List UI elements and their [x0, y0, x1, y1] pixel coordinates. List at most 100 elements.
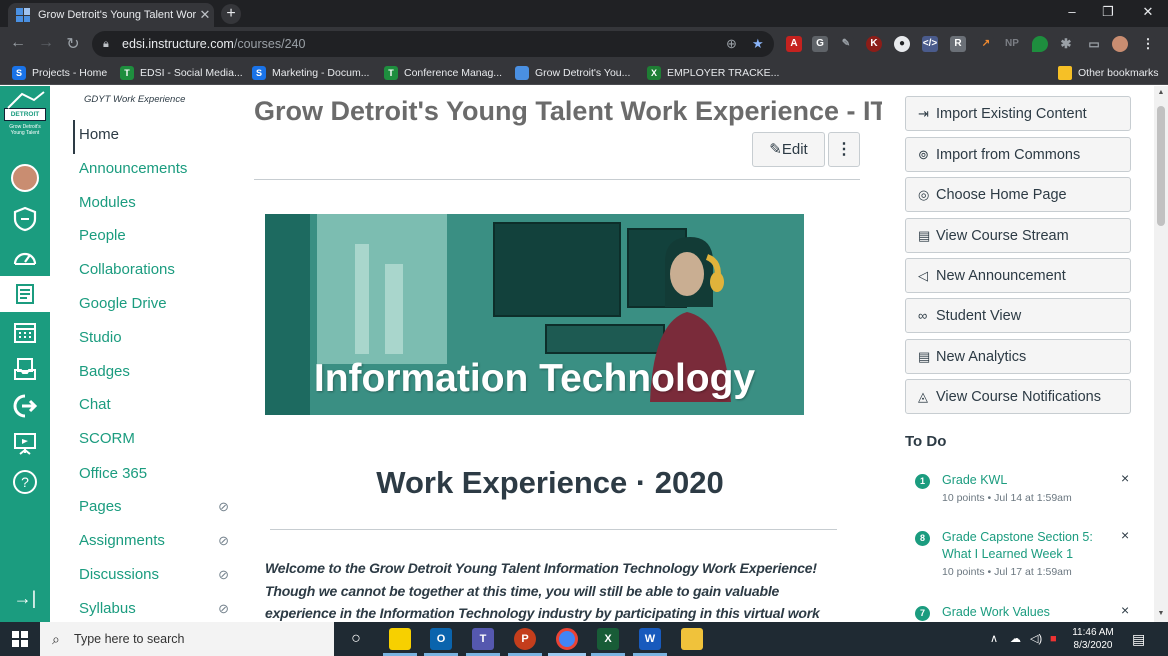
nav-inbox[interactable] [0, 351, 50, 387]
outlook-icon[interactable]: O [430, 628, 452, 650]
k-extension-icon[interactable]: K [866, 36, 882, 52]
code-extension-icon[interactable]: </> [922, 36, 938, 52]
course-nav-people[interactable]: People [79, 223, 229, 249]
bookmark-edsi-social[interactable]: T EDSI - Social Media... [120, 65, 243, 81]
pen-extension-icon[interactable]: ✎ [838, 36, 854, 52]
view-course-stream-button[interactable]: ▤ View Course Stream [905, 218, 1131, 253]
scrollbar-thumb[interactable] [1157, 106, 1165, 226]
bookmark-employer-tracker[interactable]: X EMPLOYER TRACKE... [647, 65, 779, 81]
bookmark-grow-detroit[interactable]: Grow Detroit's You... [515, 65, 630, 81]
forward-arrow-icon[interactable]: → [36, 34, 56, 52]
course-nav-assignments[interactable]: Assignments ⊘ [79, 528, 229, 554]
course-nav-home[interactable]: Home [79, 122, 229, 148]
zoom-icon[interactable]: ⊕ [726, 31, 737, 57]
file-explorer-icon[interactable] [681, 628, 703, 650]
nav-calendar[interactable] [0, 314, 50, 350]
more-options-button[interactable]: ⋮ [828, 132, 860, 167]
nav-help[interactable]: ? [0, 464, 50, 500]
tray-overflow-icon[interactable]: ∧ [990, 622, 998, 656]
cast-icon[interactable]: ▭ [1086, 36, 1102, 52]
course-nav-announcements[interactable]: Announcements [79, 156, 229, 182]
profile-avatar[interactable] [1112, 36, 1128, 52]
excel-icon[interactable]: X [597, 628, 619, 650]
choose-home-page-button[interactable]: ◎ Choose Home Page [905, 177, 1131, 212]
notification-badge-icon[interactable]: ■ [1050, 622, 1057, 656]
start-button[interactable] [0, 622, 40, 656]
pdf-extension-icon[interactable]: A [786, 36, 802, 52]
course-nav-label: Office 365 [79, 465, 148, 482]
course-nav-office-365[interactable]: Office 365 [79, 461, 229, 487]
teams-icon[interactable]: T [472, 628, 494, 650]
course-nav-chat[interactable]: Chat [79, 392, 229, 418]
browser-tab[interactable]: Grow Detroit's Young Talent Wor ✕ [8, 3, 214, 27]
dismiss-icon[interactable]: × [1121, 602, 1129, 618]
taskbar-clock[interactable]: 11:46 AM 8/3/2020 [1062, 626, 1124, 652]
sticky-notes-icon[interactable] [389, 628, 411, 650]
taskbar-search-input[interactable]: ⌕ Type here to search [40, 622, 334, 656]
r-extension-icon[interactable]: R [950, 36, 966, 52]
bookmark-projects[interactable]: S Projects - Home [12, 65, 107, 81]
bookmark-star-icon[interactable]: ★ [752, 31, 764, 57]
dismiss-icon[interactable]: × [1121, 470, 1129, 486]
import-existing-content-button[interactable]: ⇥ Import Existing Content [905, 96, 1131, 131]
location-extension-icon[interactable] [1032, 36, 1048, 52]
new-analytics-button[interactable]: ▤ New Analytics [905, 339, 1131, 374]
bookmark-conference[interactable]: T Conference Manag... [384, 65, 502, 81]
course-nav-badges[interactable]: Badges [79, 359, 229, 385]
onedrive-icon[interactable]: ☁ [1010, 622, 1021, 656]
nav-dashboard[interactable] [0, 240, 50, 276]
new-announcement-button[interactable]: ◁ New Announcement [905, 258, 1131, 293]
chrome-menu-icon[interactable]: ⋮ [1140, 36, 1156, 52]
nav-studio[interactable] [0, 426, 50, 462]
close-window-button[interactable]: ✕ [1128, 0, 1168, 24]
scroll-down-icon[interactable]: ▼ [1154, 610, 1168, 617]
other-bookmarks[interactable]: Other bookmarks [1058, 65, 1159, 81]
course-nav-collaborations[interactable]: Collaborations [79, 257, 229, 283]
volume-icon[interactable]: ◁) [1030, 622, 1042, 656]
back-arrow-icon[interactable]: ← [8, 34, 28, 52]
action-center-icon[interactable]: ▤ [1132, 622, 1145, 656]
todo-title-link[interactable]: Grade KWL [942, 472, 1107, 489]
dismiss-icon[interactable]: × [1121, 527, 1129, 543]
course-nav-discussions[interactable]: Discussions ⊘ [79, 562, 229, 588]
breadcrumb[interactable]: GDYT Work Experience [84, 94, 185, 105]
course-nav-google-drive[interactable]: Google Drive [79, 291, 229, 317]
maximize-button[interactable]: ❐ [1088, 0, 1128, 24]
nav-commons[interactable] [0, 388, 50, 424]
g-extension-icon[interactable]: G [812, 36, 828, 52]
reload-icon[interactable]: ↻ [63, 34, 83, 54]
url-input[interactable]: 🔒︎ edsi.instructure.com/courses/240 ⊕ ★ [92, 31, 774, 57]
nav-courses[interactable] [0, 276, 50, 312]
view-course-notifications-button[interactable]: ◬ View Course Notifications [905, 379, 1131, 414]
bookmark-marketing[interactable]: S Marketing - Docum... [252, 65, 369, 81]
new-tab-button[interactable]: + [221, 4, 241, 24]
scroll-up-icon[interactable]: ▲ [1154, 89, 1168, 96]
course-nav-pages[interactable]: Pages ⊘ [79, 494, 229, 520]
powerpoint-icon[interactable]: P [514, 628, 536, 650]
collapse-nav-icon[interactable]: →| [0, 580, 50, 616]
tab-close-icon[interactable]: ✕ [196, 7, 214, 23]
extensions-puzzle-icon[interactable]: ✱ [1058, 36, 1074, 52]
task-view-icon[interactable]: ○ [345, 628, 367, 650]
import-from-commons-button[interactable]: ⊚ Import from Commons [905, 137, 1131, 172]
circle-extension-icon[interactable]: ● [894, 36, 910, 52]
banner-window [317, 214, 447, 364]
todo-title-link[interactable]: Grade Capstone Section 5: What I Learned… [942, 529, 1107, 563]
minimize-button[interactable]: – [1052, 0, 1092, 24]
page-scrollbar[interactable]: ▲ ▼ [1154, 86, 1168, 622]
course-nav-syllabus[interactable]: Syllabus ⊘ [79, 596, 229, 622]
nav-admin[interactable] [0, 201, 50, 237]
course-nav-label: Pages [79, 498, 122, 515]
course-nav-scorm[interactable]: SCORM [79, 426, 229, 452]
np-extension-icon[interactable]: NP [1004, 36, 1020, 52]
chart-extension-icon[interactable]: ↗ [978, 36, 994, 52]
word-icon[interactable]: W [639, 628, 661, 650]
nav-account[interactable] [0, 160, 50, 196]
edit-button[interactable]: ✎Edit [752, 132, 825, 167]
course-nav-studio[interactable]: Studio [79, 325, 229, 351]
course-nav-modules[interactable]: Modules [79, 190, 229, 216]
institution-logo[interactable]: DETROIT Grow Detroit's Young Talent [4, 90, 46, 150]
student-view-button[interactable]: ∞ Student View [905, 298, 1131, 333]
chrome-icon[interactable] [556, 628, 578, 650]
todo-title-link[interactable]: Grade Work Values [942, 604, 1107, 621]
